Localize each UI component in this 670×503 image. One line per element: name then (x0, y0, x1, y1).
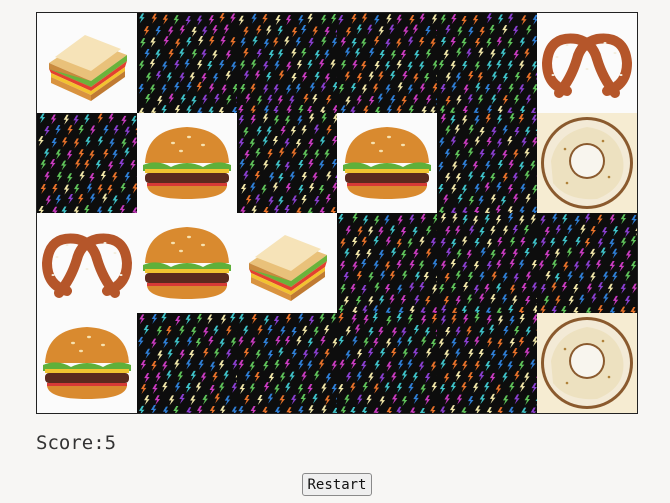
score-value: 5 (104, 432, 117, 454)
pretzel-icon (541, 33, 633, 98)
card-back[interactable] (337, 213, 437, 313)
card-back[interactable] (537, 213, 637, 313)
card-back[interactable] (437, 213, 537, 313)
sandwich-icon (49, 35, 127, 101)
card-sandwich[interactable] (237, 213, 337, 313)
card-pretzel[interactable] (537, 13, 637, 113)
card-back[interactable] (337, 13, 437, 113)
card-bagel[interactable] (537, 313, 637, 413)
card-burger[interactable] (137, 113, 237, 213)
card-back[interactable] (137, 313, 237, 413)
restart-button[interactable]: Restart (302, 473, 372, 496)
card-burger[interactable] (137, 213, 237, 313)
card-back[interactable] (137, 13, 237, 113)
card-back[interactable] (237, 113, 337, 213)
card-sandwich[interactable] (37, 13, 137, 113)
bagel-icon (537, 313, 637, 413)
pretzel-icon (41, 233, 133, 298)
card-back[interactable] (337, 313, 437, 413)
score-label: Score: (36, 432, 105, 454)
card-back[interactable] (437, 13, 537, 113)
card-back[interactable] (37, 113, 137, 213)
burger-icon (143, 127, 231, 199)
card-pretzel[interactable] (37, 213, 137, 313)
card-burger[interactable] (337, 113, 437, 213)
sandwich-icon (249, 235, 327, 301)
burger-icon (343, 127, 431, 199)
card-back[interactable] (437, 113, 537, 213)
burger-icon (43, 327, 131, 399)
game-board (36, 12, 638, 414)
card-back[interactable] (437, 313, 537, 413)
card-back[interactable] (237, 313, 337, 413)
card-burger[interactable] (37, 313, 137, 413)
card-back[interactable] (237, 13, 337, 113)
bagel-icon (537, 113, 637, 213)
score-display: Score: 5 (36, 432, 116, 454)
card-bagel[interactable] (537, 113, 637, 213)
burger-icon (143, 227, 231, 299)
